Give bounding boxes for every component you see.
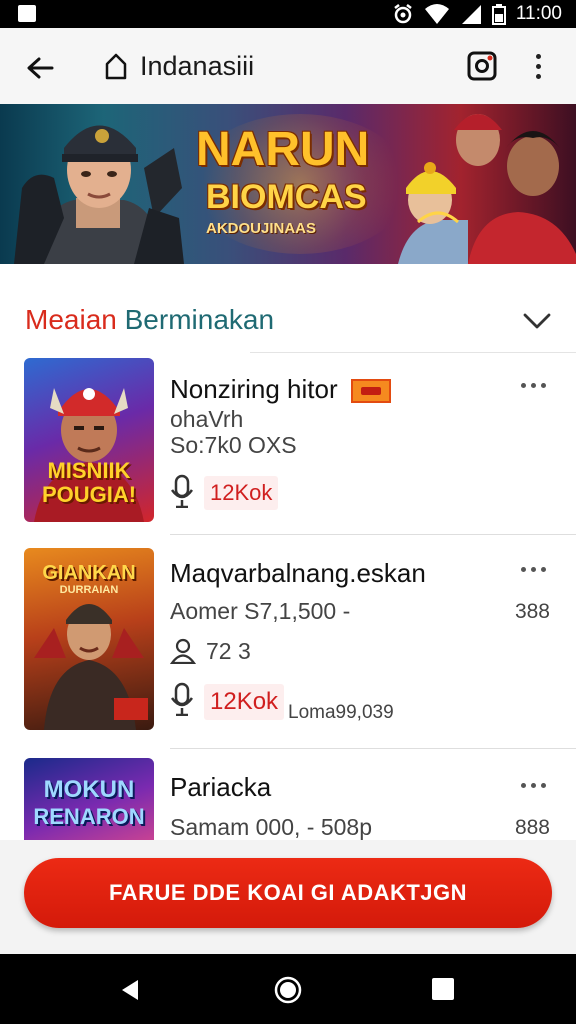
chevron-down-icon[interactable]	[522, 306, 552, 336]
heroes-group-image	[398, 114, 576, 264]
banner-title: NARUN	[196, 123, 370, 176]
game-title: Pariacka	[170, 772, 272, 802]
thumbnail-caption-1: MOKUN	[43, 776, 135, 803]
back-button[interactable]	[20, 48, 60, 88]
promo-banner[interactable]: NARUN BIOMCAS AKDOUJINAAS	[0, 104, 576, 264]
nav-back-icon[interactable]	[118, 978, 142, 1002]
extra-info: Loma99,039	[288, 702, 394, 723]
back-arrow-icon	[27, 57, 54, 79]
battery-icon	[491, 4, 506, 25]
primary-action-button[interactable]: FARUE DDE KOAI GI ADAKTJGN	[24, 858, 552, 928]
item-more-button[interactable]	[518, 380, 548, 390]
game-title-text: Nonziring hitor	[170, 374, 338, 404]
camera-button[interactable]	[466, 50, 498, 82]
game-list: MISNIIK POUGIA! Nonziring hitor ohaVrh S…	[0, 354, 576, 840]
page-title: Indanasiii	[140, 50, 255, 81]
thumbnail-caption-2: RENARON	[33, 804, 145, 829]
notification-icon	[18, 5, 36, 22]
banner-tagline: AKDOUJINAAS	[206, 220, 317, 237]
game-thumbnail[interactable]: GIANKAN DURRAIAN	[24, 548, 154, 730]
section-header[interactable]: Meaian Berminakan	[0, 282, 576, 354]
section-title: Meaian Berminakan	[25, 304, 274, 336]
primary-action-label: FARUE DDE KOAI GI ADAKTJGN	[108, 880, 468, 905]
flag-icon	[350, 379, 391, 404]
section-title-part1: Meaian	[25, 304, 117, 335]
wifi-icon	[424, 4, 449, 24]
more-dot-icon	[540, 566, 546, 572]
game-subtitle: ohaVrh	[170, 406, 244, 432]
row-divider	[170, 748, 576, 749]
camera-icon	[467, 51, 497, 81]
nav-home-icon[interactable]	[274, 976, 302, 1004]
system-nav-bar	[0, 954, 576, 1024]
game-thumbnail[interactable]: MOKUN RENARON	[24, 758, 154, 840]
microphone-icon	[170, 682, 194, 716]
more-dot-icon	[540, 782, 546, 788]
microphone-icon	[170, 474, 194, 508]
thumbnail-caption-1: GIANKAN	[42, 562, 136, 584]
soldier-character-image	[14, 125, 184, 264]
player-count: 72 3	[206, 638, 251, 664]
thumbnail-caption-2: POUGIA!	[41, 482, 137, 507]
download-count-badge: 12Kok	[204, 476, 279, 510]
thumbnail-caption-1: MISNIIK	[47, 458, 131, 483]
thumbnail-caption-2: DURRAIAN	[59, 584, 119, 596]
game-title: Nonziring hitor	[170, 374, 391, 405]
item-more-button[interactable]	[518, 780, 548, 790]
item-more-button[interactable]	[518, 564, 548, 574]
more-options-button[interactable]	[522, 50, 554, 82]
list-item[interactable]: GIANKAN DURRAIAN Maqvarbalnang.eskan Aom…	[0, 548, 576, 749]
more-dot-icon	[520, 782, 526, 788]
more-dot-icon	[535, 73, 541, 79]
download-count-badge: 12Kok	[204, 684, 285, 720]
game-stats: So:7k0 OXS	[170, 432, 297, 458]
more-dot-icon	[540, 382, 546, 388]
more-dot-icon	[535, 63, 541, 69]
game-price: Aomer S7,1,500 -	[170, 598, 351, 624]
signal-icon	[461, 5, 481, 24]
more-dot-icon	[530, 782, 536, 788]
section-divider	[250, 352, 576, 353]
row-divider	[170, 534, 576, 535]
list-item[interactable]: MISNIIK POUGIA! Nonziring hitor ohaVrh S…	[0, 354, 576, 535]
game-thumbnail[interactable]: MISNIIK POUGIA!	[24, 358, 154, 522]
game-title: Maqvarbalnang.eskan	[170, 558, 426, 588]
banner-subtitle: BIOMCAS	[206, 178, 367, 216]
more-dot-icon	[520, 566, 526, 572]
lock-icon	[105, 53, 127, 80]
section-title-part2: Berminakan	[124, 304, 275, 335]
status-bar: 11:00	[0, 0, 576, 28]
side-value: 388	[514, 600, 550, 623]
bottom-action-area: FARUE DDE KOAI GI ADAKTJGN	[0, 840, 576, 954]
side-value: 888	[514, 816, 550, 839]
more-dot-icon	[520, 382, 526, 388]
person-icon	[170, 638, 196, 664]
list-item[interactable]: MOKUN RENARON Pariacka Samam 000, - 508p…	[0, 758, 576, 840]
alarm-icon	[394, 4, 412, 24]
more-dot-icon	[530, 566, 536, 572]
app-bar: Indanasiii	[0, 28, 576, 104]
more-dot-icon	[535, 53, 541, 59]
more-dot-icon	[530, 382, 536, 388]
game-price: Samam 000, - 508p	[170, 814, 373, 840]
nav-recents-icon[interactable]	[432, 978, 454, 1000]
clock: 11:00	[515, 3, 562, 24]
